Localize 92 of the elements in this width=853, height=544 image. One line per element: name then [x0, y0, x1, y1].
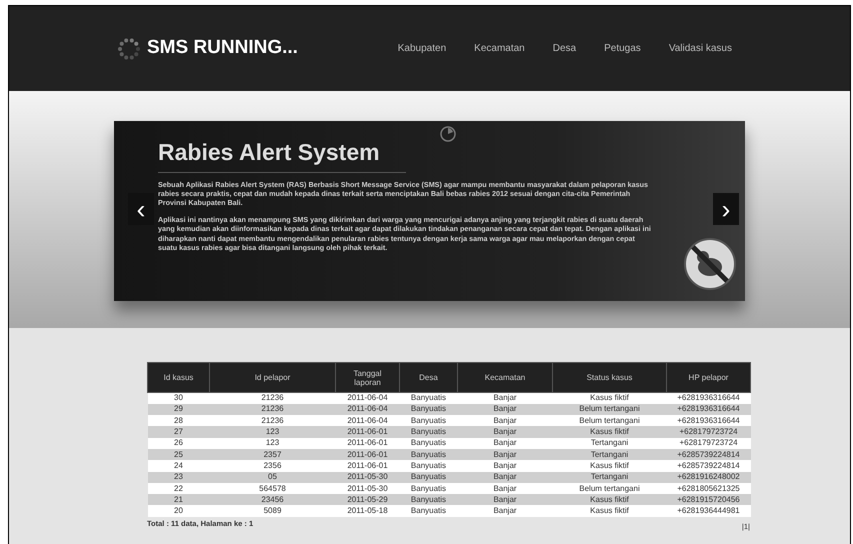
column-header: HP pelapor: [666, 362, 750, 392]
table-cell: 30: [148, 392, 210, 404]
column-header: Tanggal laporan: [336, 362, 400, 392]
table-cell: Banyuatis: [400, 438, 458, 449]
table-cell: Banyuatis: [400, 426, 458, 438]
table-cell: 2356: [210, 460, 336, 472]
table-cell: 23456: [210, 494, 336, 506]
table-cell: 21: [148, 494, 210, 506]
table-cell: Banjar: [458, 505, 552, 517]
table-cell: +628179723724: [666, 438, 750, 449]
table-cell: Banyuatis: [400, 472, 458, 483]
table-cell: 2011-05-18: [336, 505, 400, 517]
column-header: Kecamatan: [458, 362, 552, 392]
table-cell: Banjar: [458, 438, 552, 449]
table-cell: Tertangani: [552, 438, 666, 449]
table-cell: +6285739224814: [666, 460, 750, 472]
table-cell: Belum tertangani: [552, 404, 666, 416]
nav-link[interactable]: Kecamatan: [474, 41, 525, 56]
table-cell: Tertangani: [552, 448, 666, 460]
table-cell: Banjar: [458, 494, 552, 506]
next-slide-button[interactable]: ›: [713, 193, 739, 225]
table-cell: Belum tertangani: [552, 482, 666, 494]
table-cell: 2011-05-30: [336, 482, 400, 494]
table-cell: 123: [210, 426, 336, 438]
nav-link[interactable]: Desa: [552, 41, 576, 56]
table-cell: 05: [210, 472, 336, 483]
table-cell: 5089: [210, 505, 336, 517]
table-cell: 21236: [210, 404, 336, 416]
table-cell: Tertangani: [552, 472, 666, 483]
column-header: Status kasus: [552, 362, 666, 392]
table-cell: Kasus fiktif: [552, 426, 666, 438]
table-cell: Banjar: [458, 448, 552, 460]
column-header: Id pelapor: [210, 362, 336, 392]
table-cell: 123: [210, 438, 336, 449]
table-cell: Banjar: [458, 404, 552, 416]
nav-link[interactable]: Petugas: [604, 41, 641, 56]
table-cell: +6281936444981: [666, 505, 750, 517]
table-cell: Banyuatis: [400, 460, 458, 472]
slide-title: Rabies Alert System: [158, 135, 406, 172]
table-cell: 2011-05-29: [336, 494, 400, 506]
table-cell: Banjar: [458, 482, 552, 494]
previous-slide-button[interactable]: ‹: [128, 193, 154, 225]
table-cell: +6281936316644: [666, 415, 750, 426]
table-cell: 2011-06-01: [336, 426, 400, 438]
table-cell: +6281936316644: [666, 404, 750, 416]
table-cell: 2011-06-01: [336, 448, 400, 460]
brand-title: SMS RUNNING...: [147, 36, 298, 60]
table-cell: 25: [148, 448, 210, 460]
table-cell: Banjar: [458, 460, 552, 472]
timer-icon: [439, 125, 457, 143]
nav-link[interactable]: Validasi kasus: [668, 41, 732, 56]
table-cell: +6281936316644: [666, 392, 750, 404]
table-cell: Banjar: [458, 415, 552, 426]
table-cell: +628179723724: [666, 426, 750, 438]
table-cell: 28: [148, 415, 210, 426]
table-cell: 21236: [210, 392, 336, 404]
table-cell: Kasus fiktif: [552, 505, 666, 517]
table-cell: 2357: [210, 448, 336, 460]
table-cell: 2011-06-01: [336, 460, 400, 472]
table-cell: 23: [148, 472, 210, 483]
table-cell: 2011-06-04: [336, 415, 400, 426]
table-cell: Banjar: [458, 392, 552, 404]
column-header: Id kasus: [148, 362, 210, 392]
table-cell: +6281915720456: [666, 494, 750, 506]
table-cell: Banyuatis: [400, 392, 458, 404]
table-cell: 29: [148, 404, 210, 416]
table-cell: 2011-06-01: [336, 438, 400, 449]
table-cell: 27: [148, 426, 210, 438]
table-cell: 2011-06-04: [336, 392, 400, 404]
table-cell: 24: [148, 460, 210, 472]
table-cell: 2011-05-30: [336, 472, 400, 483]
table-cell: +6281805621325: [666, 482, 750, 494]
spinner-icon: [117, 36, 141, 60]
table-cell: Belum tertangani: [552, 415, 666, 426]
table-cell: 20: [148, 505, 210, 517]
table-cell: Banyuatis: [400, 494, 458, 506]
table-cell: Kasus fiktif: [552, 392, 666, 404]
table-cell: Kasus fiktif: [552, 494, 666, 506]
table-cell: Banyuatis: [400, 415, 458, 426]
table-cell: 26: [148, 438, 210, 449]
table-cell: 21236: [210, 415, 336, 426]
column-header: Desa: [400, 362, 458, 392]
table-cell: 2011-06-04: [336, 404, 400, 416]
table-cell: Kasus fiktif: [552, 460, 666, 472]
table-cell: Banjar: [458, 472, 552, 483]
nav-link[interactable]: Kabupaten: [398, 41, 446, 56]
table-cell: 564578: [210, 482, 336, 494]
table-cell: +6285739224814: [666, 448, 750, 460]
table-cell: Banyuatis: [400, 505, 458, 517]
table-cell: +6281916248002: [666, 472, 750, 483]
table-cell: 22: [148, 482, 210, 494]
table-cell: Banjar: [458, 426, 552, 438]
